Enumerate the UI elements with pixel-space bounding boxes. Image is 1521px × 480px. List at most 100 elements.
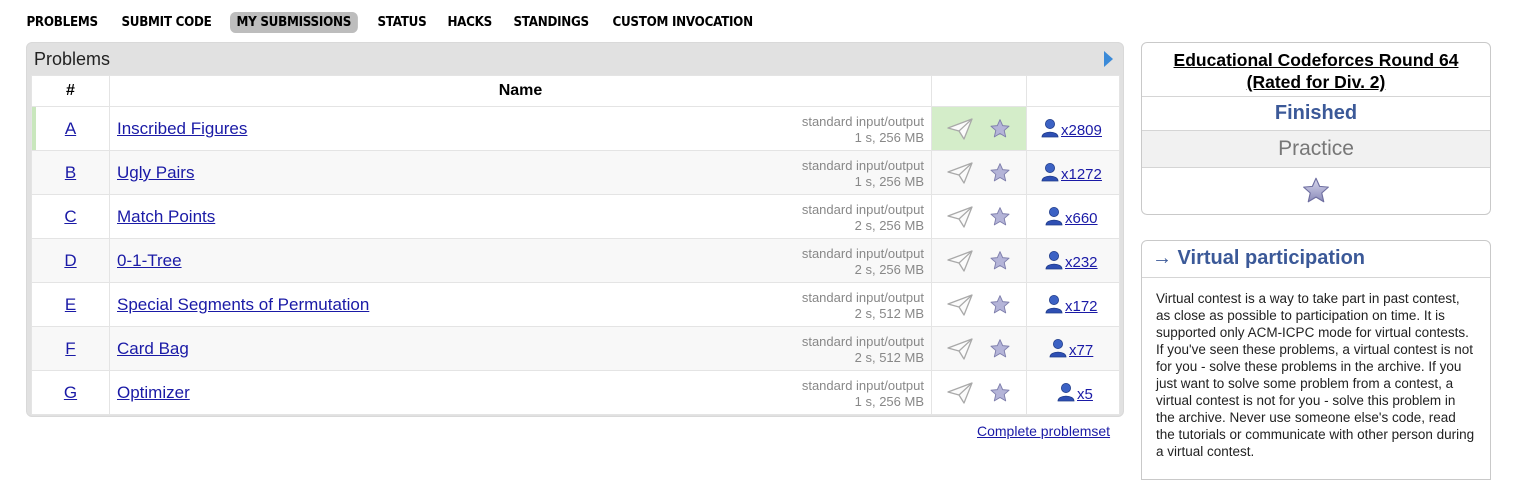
problem-time-memory: 1 s, 256 MB xyxy=(854,174,924,189)
solvers-count: x77 xyxy=(1069,341,1094,359)
problem-index-link[interactable]: A xyxy=(65,119,76,138)
problem-solvers-cell: x77 xyxy=(1026,326,1120,371)
favorite-contest xyxy=(1142,168,1490,214)
problem-actions-cell xyxy=(931,326,1027,371)
problem-limits: standard input/output 1 s, 256 MB xyxy=(802,378,924,410)
menu-hacks[interactable]: HACKS xyxy=(441,12,498,33)
solvers-count: x232 xyxy=(1065,253,1098,271)
contest-phase: Finished xyxy=(1142,97,1490,131)
menu-custom-invocation[interactable]: CUSTOM INVOCATION xyxy=(606,12,759,33)
problem-index-link[interactable]: F xyxy=(65,339,75,358)
problem-io: standard input/output xyxy=(801,378,924,393)
paper-plane-icon[interactable] xyxy=(946,117,974,146)
problem-name-link[interactable]: Match Points xyxy=(117,207,215,227)
problem-index-cell: D xyxy=(31,238,110,283)
user-icon xyxy=(1041,118,1059,142)
solvers-count: x172 xyxy=(1065,297,1098,315)
problem-index-link[interactable]: C xyxy=(64,207,76,226)
problem-limits: standard input/output 2 s, 256 MB xyxy=(802,202,924,234)
problem-index-link[interactable]: B xyxy=(65,163,76,182)
problem-time-memory: 1 s, 256 MB xyxy=(854,130,924,145)
star-icon[interactable] xyxy=(1301,176,1331,206)
solvers-link[interactable]: x172 xyxy=(1045,294,1098,318)
solvers-link[interactable]: x77 xyxy=(1049,338,1093,362)
star-icon[interactable] xyxy=(989,162,1011,189)
problem-solvers-cell: x172 xyxy=(1026,282,1120,327)
star-icon[interactable] xyxy=(989,338,1011,365)
table-header-row: # Name xyxy=(31,75,1120,107)
paper-plane-icon[interactable] xyxy=(946,381,974,410)
problem-name-link[interactable]: Inscribed Figures xyxy=(117,119,247,139)
problem-index-link[interactable]: D xyxy=(64,251,76,270)
contest-info-box: Educational Codeforces Round 64 (Rated f… xyxy=(1141,42,1491,215)
contest-title-link[interactable]: Educational Codeforces Round 64 (Rated f… xyxy=(1174,50,1459,92)
solvers-link[interactable]: x1272 xyxy=(1041,162,1102,186)
problem-name-cell: Special Segments of Permutation standard … xyxy=(109,282,932,327)
contest-mode: Practice xyxy=(1142,131,1490,168)
problem-limits: standard input/output 1 s, 256 MB xyxy=(802,114,924,146)
problem-name-link[interactable]: Special Segments of Permutation xyxy=(117,295,369,315)
problem-limits: standard input/output 2 s, 512 MB xyxy=(802,290,924,322)
menu-my-submissions[interactable]: MY SUBMISSIONS xyxy=(229,12,358,33)
paper-plane-icon[interactable] xyxy=(946,205,974,234)
problem-time-memory: 2 s, 256 MB xyxy=(854,262,924,277)
problem-name-link[interactable]: Ugly Pairs xyxy=(117,163,194,183)
problem-time-memory: 2 s, 512 MB xyxy=(854,306,924,321)
header-name: Name xyxy=(109,75,932,107)
contest-title-line1: Educational Codeforces Round 64 xyxy=(1173,50,1459,70)
triangle-right-icon[interactable] xyxy=(1104,51,1113,67)
problem-solvers-cell: x5 xyxy=(1026,370,1120,415)
table-row: A Inscribed Figures standard input/output 1… xyxy=(31,106,1120,151)
star-icon[interactable] xyxy=(989,250,1011,277)
user-icon xyxy=(1045,206,1063,230)
solvers-count: x5 xyxy=(1077,385,1093,403)
menu-standings[interactable]: STANDINGS xyxy=(507,12,595,33)
menu-status[interactable]: STATUS xyxy=(371,12,433,33)
problem-index-link[interactable]: E xyxy=(65,295,76,314)
table-row: B Ugly Pairs standard input/output 1 s, 256… xyxy=(31,150,1120,195)
problem-name-link[interactable]: Optimizer xyxy=(117,383,190,403)
solvers-link[interactable]: x660 xyxy=(1045,206,1098,230)
problem-actions-cell xyxy=(931,238,1027,283)
problem-limits: standard input/output 2 s, 512 MB xyxy=(802,334,924,366)
menu-submit-code[interactable]: SUBMIT CODE xyxy=(115,12,218,33)
problem-solvers-cell: x232 xyxy=(1026,238,1120,283)
paper-plane-icon[interactable] xyxy=(946,249,974,278)
paper-plane-icon[interactable] xyxy=(946,161,974,190)
star-icon[interactable] xyxy=(989,382,1011,409)
problem-index-cell: F xyxy=(31,326,110,371)
problem-actions-cell xyxy=(931,282,1027,327)
star-icon[interactable] xyxy=(989,118,1011,145)
virtual-participation-heading[interactable]: → Virtual participation xyxy=(1142,241,1490,278)
virtual-participation-box: → Virtual participation Virtual contest … xyxy=(1141,240,1491,480)
problem-name-cell: Optimizer standard input/output 1 s, 256 M… xyxy=(109,370,932,415)
problem-actions-cell xyxy=(931,106,1027,151)
solvers-link[interactable]: x232 xyxy=(1045,250,1098,274)
star-icon[interactable] xyxy=(989,206,1011,233)
solvers-link[interactable]: x2809 xyxy=(1041,118,1102,142)
solvers-link[interactable]: x5 xyxy=(1057,382,1093,406)
star-icon[interactable] xyxy=(989,294,1011,321)
user-icon xyxy=(1057,382,1075,406)
problem-name-link[interactable]: Card Bag xyxy=(117,339,189,359)
problem-actions-cell xyxy=(931,370,1027,415)
problem-limits: standard input/output 1 s, 256 MB xyxy=(802,158,924,190)
problem-name-link[interactable]: 0-1-Tree xyxy=(117,251,182,271)
virtual-participation-text: Virtual contest is a way to take part in… xyxy=(1156,291,1475,459)
header-index: # xyxy=(31,75,110,107)
problem-solvers-cell: x1272 xyxy=(1026,150,1120,195)
table-row: C Match Points standard input/output 2 s, 2… xyxy=(31,194,1120,239)
problem-index-link[interactable]: G xyxy=(64,383,77,402)
paper-plane-icon[interactable] xyxy=(946,293,974,322)
user-icon xyxy=(1049,338,1067,362)
menu-problems[interactable]: PROBLEMS xyxy=(20,12,104,33)
problem-name-cell: 0-1-Tree standard input/output 2 s, 256 MB xyxy=(109,238,932,283)
paper-plane-icon[interactable] xyxy=(946,337,974,366)
solvers-count: x660 xyxy=(1065,209,1098,227)
contest-title: Educational Codeforces Round 64 (Rated f… xyxy=(1142,43,1490,97)
problem-index-cell: A xyxy=(31,106,110,151)
problem-solvers-cell: x660 xyxy=(1026,194,1120,239)
problem-io: standard input/output xyxy=(801,290,924,305)
complete-problemset-link[interactable]: Complete problemset xyxy=(977,423,1110,439)
problem-actions-cell xyxy=(931,194,1027,239)
